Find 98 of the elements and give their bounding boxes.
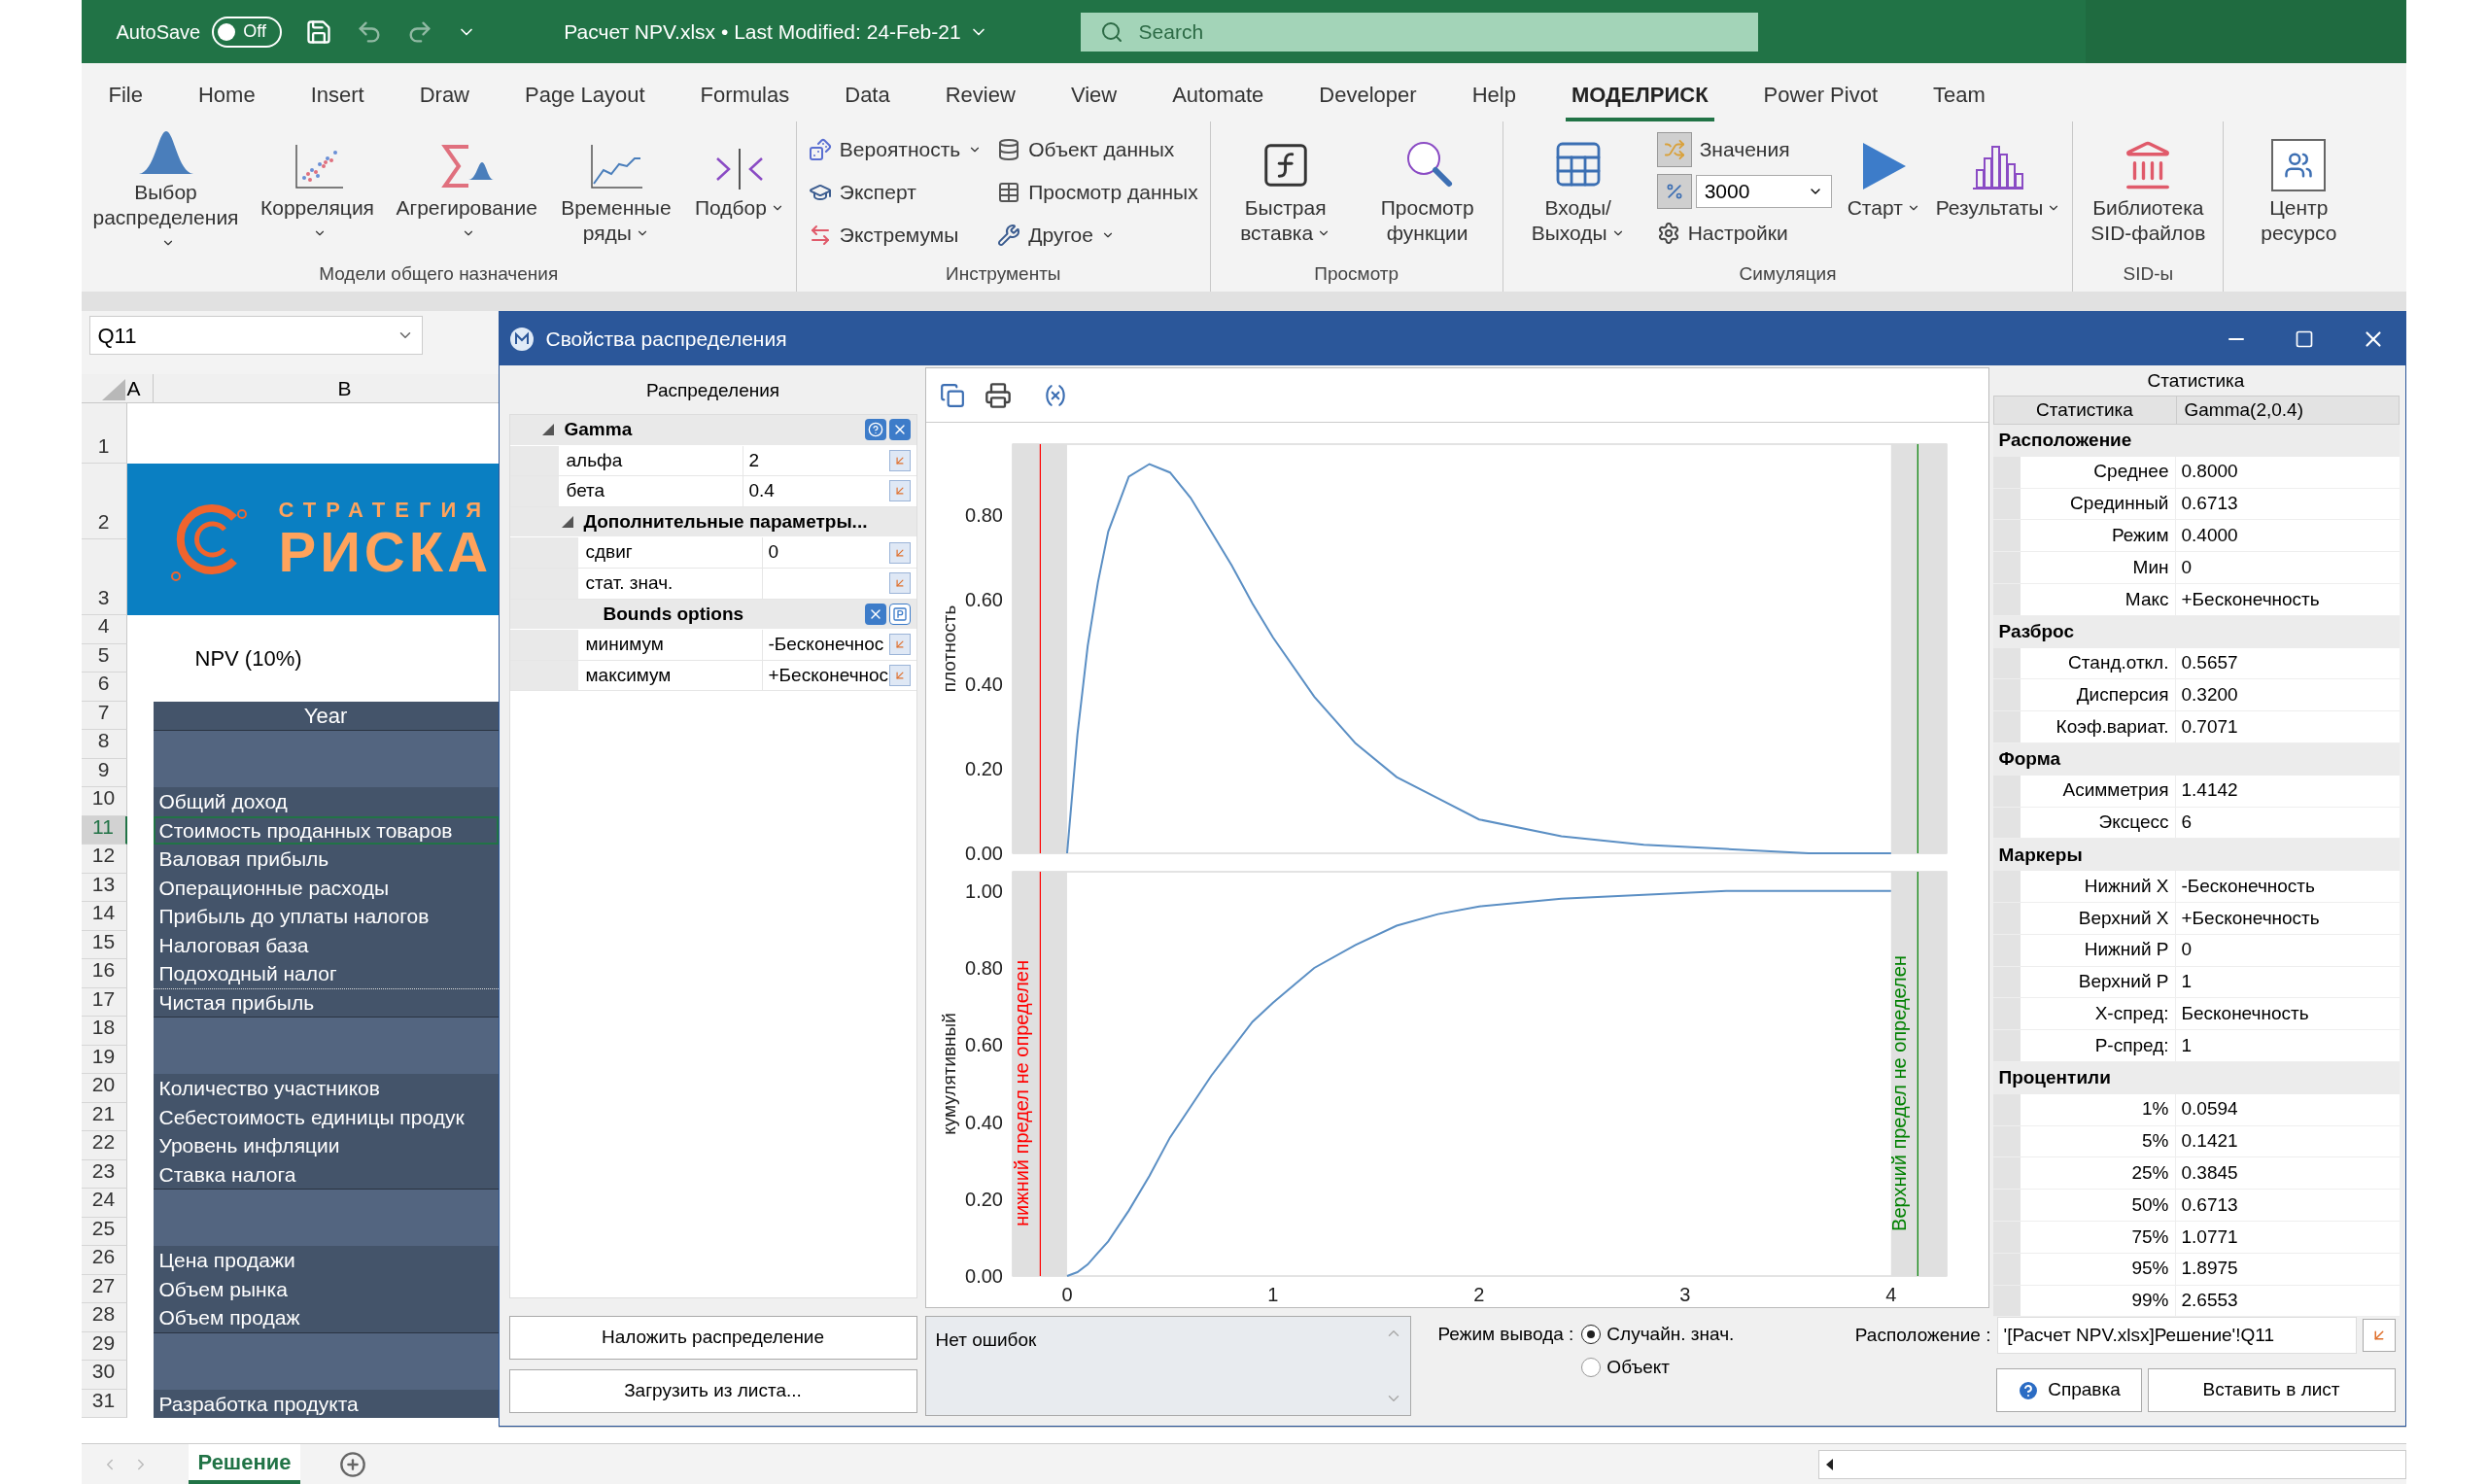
stat-label: Станд.откл. (2020, 647, 2176, 679)
stat-value: +Бесконечность (2180, 906, 2321, 930)
axis-tick-label: 2 (1472, 1284, 1484, 1305)
panel-title: Статистика (2147, 369, 2245, 393)
stat-value: 0.8000 (2180, 460, 2239, 484)
stat-value: 0.6713 (2180, 492, 2239, 516)
group-title: Bounds options (603, 602, 744, 626)
stat-label: 1% (2020, 1093, 2176, 1125)
stat-value: 1 (2180, 1033, 2193, 1057)
stat-label: Эксцесс (2020, 807, 2176, 839)
stat-label: 75% (2020, 1221, 2176, 1253)
section-title: Форма (1998, 747, 2061, 772)
axis-tick-label: 0.40 (964, 1111, 1003, 1133)
axis-tick-label: 0.60 (964, 1034, 1003, 1056)
stat-value: 1.8975 (2180, 1257, 2239, 1281)
stat-value: 0 (2180, 555, 2193, 579)
marker-label: нижний предел не определен (1010, 960, 1032, 1226)
stat-label: P-спред: (2020, 1030, 2176, 1061)
stat-value: 0.7071 (2180, 714, 2239, 739)
axis-tick-label: 4 (1884, 1284, 1896, 1305)
stat-label: 25% (2020, 1157, 2176, 1190)
message-text: Нет ошибок (934, 1329, 1038, 1352)
stat-label: Верхний X (2020, 902, 2176, 934)
stat-value: 0 (2180, 938, 2193, 962)
section-title: Процентили (1998, 1066, 2111, 1090)
axis-tick-label: 0.80 (964, 503, 1003, 526)
logo-wordmark: РИСКА (278, 523, 493, 581)
marker-label: Верхний предел не определен (1887, 955, 1910, 1231)
stat-value: 0.3845 (2180, 1160, 2239, 1185)
param-label: бета (558, 476, 743, 506)
ribbon-group-label: Просмотр (1314, 261, 1399, 286)
column-header: Статистика (1993, 396, 2177, 424)
param-label: максимум (577, 660, 763, 691)
stat-label: Верхний P (2020, 966, 2176, 998)
stat-label: 5% (2020, 1125, 2176, 1157)
axis-tick-label: 3 (1678, 1284, 1690, 1305)
stat-value: 1.4142 (2180, 778, 2239, 803)
param-label: сдвиг (577, 537, 763, 568)
axis-tick-label: 0.60 (964, 588, 1003, 610)
stat-label: Мин (2020, 552, 2176, 583)
stat-value: 0.1421 (2180, 1129, 2239, 1154)
stat-value: Бесконечность (2180, 1002, 2310, 1025)
param-label: стат. знач. (577, 568, 763, 599)
axis-tick-label: 0.40 (964, 673, 1003, 695)
stat-value: 2.6553 (2180, 1289, 2239, 1313)
group-title: Gamma (564, 418, 633, 442)
param-label: минимум (577, 630, 763, 660)
axis-title: кумулятивный (938, 1013, 959, 1135)
group-title: Дополнительные параметры... (583, 509, 868, 534)
axis-tick-label: 0 (1060, 1284, 1072, 1305)
stat-value: 6 (2180, 811, 2193, 835)
stat-label: 99% (2020, 1285, 2176, 1317)
stat-value: -Бесконечность (2180, 874, 2316, 898)
stat-label: 95% (2020, 1253, 2176, 1285)
axis-tick-label: 0.20 (964, 1188, 1003, 1210)
ribbon-group-label: Модели общего назначения (319, 261, 559, 286)
logo-tagline: СТРАТЕГИЯ (278, 498, 493, 523)
dialog-title: Свойства распределения (545, 326, 787, 352)
stat-label: Асимметрия (2020, 775, 2176, 807)
stat-label: Нижний P (2020, 934, 2176, 966)
cell-text: NPV (10%) (194, 644, 302, 673)
stat-label: X-спред: (2020, 998, 2176, 1030)
section-title: Маркеры (1998, 843, 2083, 867)
stat-label: Срединный (2020, 488, 2176, 520)
section-title: Расположение (1998, 429, 2132, 453)
stat-label: Дисперсия (2020, 679, 2176, 711)
stat-value: 1 (2180, 970, 2193, 994)
ribbon-group-label: Симуляция (1739, 261, 1837, 286)
stat-label: Среднее (2020, 456, 2176, 488)
stat-value: 1.0771 (2180, 1225, 2239, 1249)
axis-tick-label: 0.00 (964, 843, 1003, 864)
axis-tick-label: 0.20 (964, 757, 1003, 779)
stat-label: Коэф.вариат. (2020, 711, 2176, 742)
stat-label: Режим (2020, 520, 2176, 552)
section-title: Разброс (1998, 619, 2074, 643)
column-header: Gamma(2,0.4) (2183, 397, 2304, 422)
stat-label: Нижний X (2020, 871, 2176, 902)
ribbon-group-label: SID-ы (2123, 261, 2174, 286)
axis-tick-label: 0.80 (964, 957, 1003, 980)
stat-value: 0.0594 (2180, 1097, 2239, 1122)
stat-label: Макс (2020, 584, 2176, 615)
stat-value: 0.3200 (2180, 683, 2239, 707)
ribbon-group-label: Инструменты (946, 261, 1061, 286)
location-label: Расположение : (1854, 1323, 1991, 1347)
panel-title: Распределения (645, 378, 780, 402)
axis-tick-label: 0.00 (964, 1265, 1003, 1287)
axis-title: плотность (938, 604, 959, 693)
stat-value: +Бесконечность (2180, 587, 2321, 611)
axis-tick-label: 1.00 (964, 880, 1003, 902)
stat-value: 0.6713 (2180, 1192, 2239, 1217)
stat-value: 0.4000 (2180, 524, 2239, 548)
param-label: альфа (558, 445, 743, 476)
axis-tick-label: 1 (1266, 1284, 1278, 1305)
autosave-label: AutoSave (116, 19, 201, 45)
stat-label: 50% (2020, 1190, 2176, 1221)
stat-value: 0.5657 (2180, 651, 2239, 675)
table-header-cell: Year (153, 701, 499, 730)
output-mode-label: Режим вывода : (1437, 1322, 1574, 1346)
